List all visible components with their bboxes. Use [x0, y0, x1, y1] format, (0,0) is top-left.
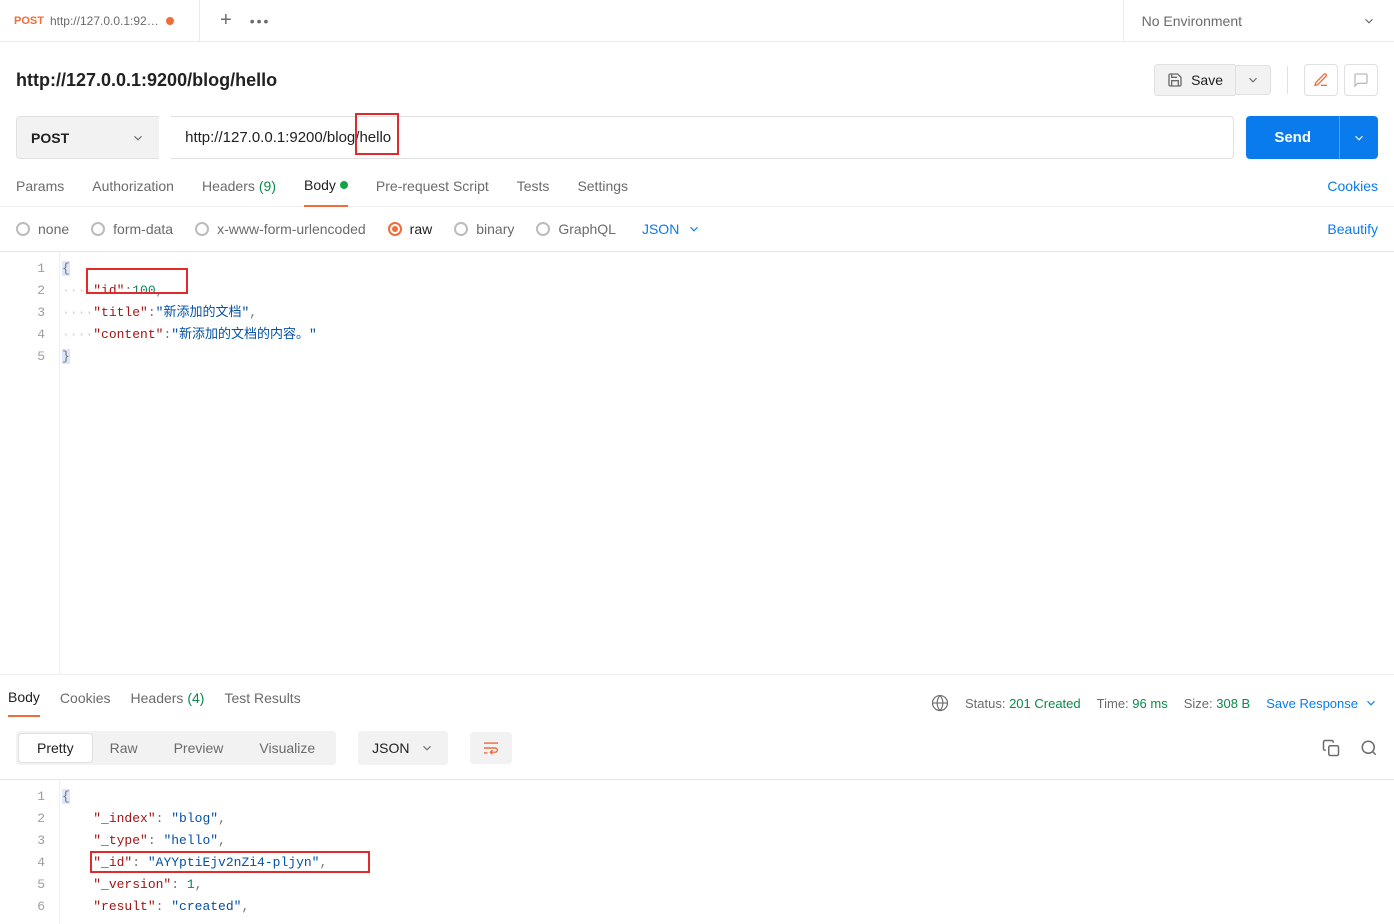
body-active-dot-icon: [340, 181, 348, 189]
radio-none[interactable]: none: [16, 221, 69, 237]
tab-body[interactable]: Body: [304, 177, 348, 207]
tab-method-label: POST: [14, 15, 44, 27]
environment-selector[interactable]: No Environment: [1123, 0, 1394, 41]
radio-checked-icon: [388, 222, 402, 236]
radio-raw[interactable]: raw: [388, 221, 433, 237]
beautify-button[interactable]: Beautify: [1327, 221, 1378, 237]
body-type-row: none form-data x-www-form-urlencoded raw…: [0, 207, 1394, 251]
tab-actions: + •••: [200, 0, 290, 41]
wrap-lines-button[interactable]: [470, 732, 512, 764]
tab-title: http://127.0.0.1:9200/t: [50, 14, 160, 28]
cookies-link[interactable]: Cookies: [1327, 178, 1378, 206]
save-dropdown-button[interactable]: [1235, 65, 1271, 95]
radio-binary[interactable]: binary: [454, 221, 514, 237]
editor-code[interactable]: { "_index": "blog", "_type": "hello", "_…: [60, 780, 1394, 924]
tab-settings[interactable]: Settings: [577, 178, 628, 206]
resp-tab-cookies[interactable]: Cookies: [60, 690, 111, 716]
radio-icon: [536, 222, 550, 236]
radio-graphql[interactable]: GraphQL: [536, 221, 616, 237]
top-tab-bar: POST http://127.0.0.1:9200/t + ••• No En…: [0, 0, 1394, 42]
edit-button[interactable]: [1304, 64, 1338, 96]
send-button[interactable]: Send: [1246, 116, 1339, 159]
divider: [1287, 66, 1288, 94]
seg-preview[interactable]: Preview: [156, 734, 242, 762]
tab-headers[interactable]: Headers (9): [202, 178, 276, 206]
request-title: http://127.0.0.1:9200/blog/hello: [16, 70, 277, 91]
send-dropdown-button[interactable]: [1339, 116, 1378, 159]
comment-icon: [1353, 72, 1369, 88]
save-response-button[interactable]: Save Response: [1266, 696, 1378, 711]
response-controls: Pretty Raw Preview Visualize JSON: [0, 717, 1394, 779]
tab-more-button[interactable]: •••: [250, 13, 271, 29]
copy-icon: [1322, 739, 1340, 757]
radio-formdata[interactable]: form-data: [91, 221, 173, 237]
copy-button[interactable]: [1322, 739, 1340, 757]
seg-pretty[interactable]: Pretty: [19, 734, 92, 762]
search-icon: [1360, 739, 1378, 757]
radio-icon: [454, 222, 468, 236]
editor-gutter: 12345: [0, 252, 60, 674]
response-tabs-bar: Body Cookies Headers (4) Test Results St…: [0, 674, 1394, 717]
save-icon: [1167, 72, 1183, 88]
chevron-down-icon: [687, 222, 701, 236]
chevron-down-icon: [1246, 73, 1260, 87]
body-format-select[interactable]: JSON: [642, 221, 701, 237]
seg-raw[interactable]: Raw: [92, 734, 156, 762]
chevron-down-icon: [1362, 14, 1376, 28]
new-tab-button[interactable]: +: [220, 9, 232, 32]
save-label: Save: [1191, 72, 1223, 88]
response-format-select[interactable]: JSON: [358, 731, 447, 765]
tab-prerequest[interactable]: Pre-request Script: [376, 178, 489, 206]
response-view-segments: Pretty Raw Preview Visualize: [16, 731, 336, 765]
radio-icon: [91, 222, 105, 236]
save-button[interactable]: Save: [1154, 64, 1235, 96]
chevron-down-icon: [1364, 696, 1378, 710]
chevron-down-icon: [1352, 131, 1366, 145]
tab-params[interactable]: Params: [16, 178, 64, 206]
method-value: POST: [31, 130, 69, 146]
response-body-editor[interactable]: 123456 { "_index": "blog", "_type": "hel…: [0, 779, 1394, 924]
radio-icon: [16, 222, 30, 236]
request-tab[interactable]: POST http://127.0.0.1:9200/t: [0, 0, 200, 41]
request-tabs: Params Authorization Headers (9) Body Pr…: [0, 159, 1394, 207]
url-row: POST http://127.0.0.1:9200/blog/hello Se…: [0, 116, 1394, 159]
resp-tab-body[interactable]: Body: [8, 689, 40, 717]
chevron-down-icon: [131, 131, 145, 145]
unsaved-dot-icon: [166, 17, 174, 25]
tab-authorization[interactable]: Authorization: [92, 178, 174, 206]
request-body-editor[interactable]: 12345 { ····"id":100, ····"title":"新添加的文…: [0, 251, 1394, 674]
wrap-icon: [482, 741, 500, 755]
editor-code[interactable]: { ····"id":100, ····"title":"新添加的文档", ··…: [60, 252, 1394, 674]
url-text-prefix: http://127.0.0.1:9200/blog/: [185, 129, 359, 146]
globe-icon: [931, 694, 949, 712]
method-select[interactable]: POST: [16, 116, 159, 159]
seg-visualize[interactable]: Visualize: [241, 734, 333, 762]
url-text-suffix: hello: [359, 129, 391, 146]
tab-tests[interactable]: Tests: [517, 178, 550, 206]
comment-button[interactable]: [1344, 64, 1378, 96]
resp-tab-tests[interactable]: Test Results: [224, 690, 300, 716]
radio-icon: [195, 222, 209, 236]
save-group: Save: [1154, 64, 1271, 96]
pencil-icon: [1313, 72, 1329, 88]
environment-label: No Environment: [1142, 13, 1242, 29]
response-meta: Status: 201 Created Time: 96 ms Size: 30…: [931, 694, 1378, 712]
editor-gutter: 123456: [0, 780, 60, 924]
radio-xwww[interactable]: x-www-form-urlencoded: [195, 221, 366, 237]
resp-tab-headers[interactable]: Headers (4): [131, 690, 205, 716]
chevron-down-icon: [420, 741, 434, 755]
url-input[interactable]: http://127.0.0.1:9200/blog/hello: [171, 116, 1234, 159]
search-button[interactable]: [1360, 739, 1378, 757]
request-header: http://127.0.0.1:9200/blog/hello Save: [0, 42, 1394, 116]
